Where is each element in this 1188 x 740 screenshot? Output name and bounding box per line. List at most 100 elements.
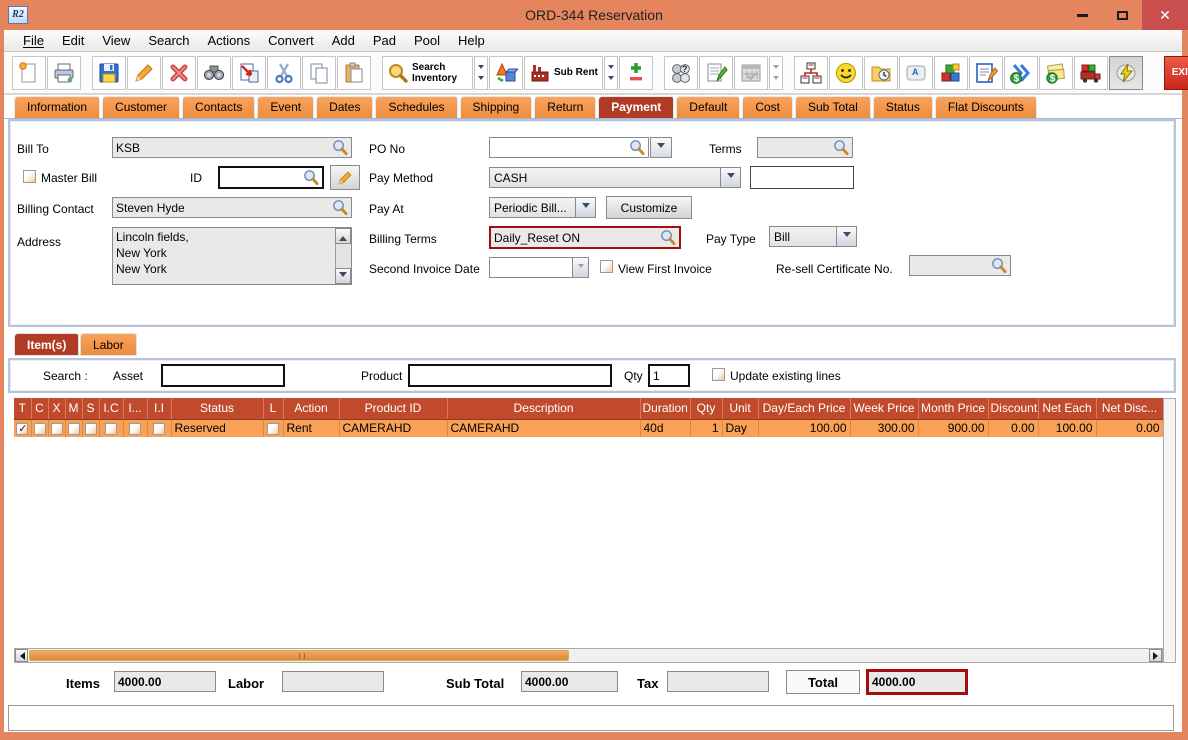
pay-method-extra-field[interactable] [750,166,854,189]
col-description[interactable]: Description [447,398,641,420]
chevron-down-icon[interactable] [836,227,856,246]
packages-button[interactable] [933,55,968,90]
minimize-button[interactable] [1062,0,1102,30]
id-field[interactable] [218,166,324,189]
history-folder-button[interactable] [863,55,898,90]
bill-to-field[interactable]: KSB [112,137,352,158]
shortcut-key-button[interactable]: A [898,55,933,90]
billing-forward-button[interactable]: $ [1003,55,1038,90]
col-action[interactable]: Action [283,398,340,420]
col-status[interactable]: Status [171,398,264,420]
search-icon[interactable] [659,229,676,246]
asset-input[interactable] [161,364,285,387]
menu-file[interactable]: File [14,33,53,48]
notes-button[interactable] [698,55,733,90]
terms-field[interactable] [757,137,853,158]
col-i-dots[interactable]: I... [123,398,148,420]
delete-button[interactable] [162,55,196,90]
tab-event[interactable]: Event [257,96,315,118]
table-horizontal-scrollbar[interactable] [14,648,1163,663]
billing-terms-field[interactable]: Daily_Reset ON [489,226,681,249]
product-input[interactable] [408,364,612,387]
row-m-checkbox[interactable] [67,423,80,436]
exit-button[interactable]: EXIT [1163,55,1188,90]
search-icon[interactable] [990,257,1007,274]
col-product-id[interactable]: Product ID [339,398,448,420]
menu-actions[interactable]: Actions [199,33,260,48]
tab-dates[interactable]: Dates [316,96,374,118]
edit-id-button[interactable] [330,165,360,190]
col-net-disc[interactable]: Net Disc... [1096,398,1164,420]
menu-convert[interactable]: Convert [259,33,323,48]
customer-smiley-button[interactable] [828,55,863,90]
tab-information[interactable]: Information [14,96,101,118]
menu-edit[interactable]: Edit [53,33,93,48]
menu-pool[interactable]: Pool [405,33,449,48]
col-l[interactable]: L [263,398,284,420]
col-net-each[interactable]: Net Each [1038,398,1097,420]
qty-input[interactable]: 1 [648,364,690,387]
scroll-right-button[interactable] [1149,649,1162,662]
address-textarea[interactable]: Lincoln fields, New York New York [112,227,352,285]
sub-rent-button[interactable]: Sub Rent [524,55,603,90]
tab-default[interactable]: Default [676,96,741,118]
col-week-price[interactable]: Week Price [850,398,919,420]
col-day-each-price[interactable]: Day/Each Price [758,398,851,420]
close-button[interactable]: ✕ [1142,0,1188,30]
table-vertical-scrollbar[interactable] [1163,398,1176,663]
new-document-button[interactable] [12,55,46,90]
row-l-checkbox[interactable] [267,423,279,436]
menu-view[interactable]: View [93,33,139,48]
chevron-down-icon[interactable] [720,168,740,187]
org-chart-button[interactable] [793,55,828,90]
maximize-button[interactable] [1102,0,1142,30]
add-remove-line-button[interactable] [618,55,653,90]
col-ii[interactable]: I.I [147,398,172,420]
row-c-checkbox[interactable] [33,423,46,436]
title-bar[interactable]: R2 ORD-344 Reservation ✕ [0,0,1188,30]
tab-customer[interactable]: Customer [102,96,181,118]
tab-sub-total[interactable]: Sub Total [795,96,871,118]
po-no-field[interactable] [489,137,649,158]
update-existing-lines-checkbox[interactable] [712,368,725,381]
search-icon[interactable] [331,199,348,216]
col-qty[interactable]: Qty [690,398,723,420]
menu-add[interactable]: Add [323,33,364,48]
search-icon[interactable] [302,169,319,186]
tab-flat-discounts[interactable]: Flat Discounts [934,96,1037,118]
search-icon[interactable] [628,139,645,156]
pay-at-select[interactable]: Periodic Bill... [489,197,596,218]
row-ic-checkbox[interactable] [105,423,117,436]
group-query-button[interactable]: ? [663,55,698,90]
tab-return[interactable]: Return [534,96,597,118]
save-button[interactable] [92,55,126,90]
master-bill-checkbox[interactable] [23,170,36,183]
row-x-checkbox[interactable] [50,423,63,436]
tab-contacts[interactable]: Contacts [182,96,256,118]
po-no-dropdown[interactable] [650,137,672,158]
col-month-price[interactable]: Month Price [918,398,989,420]
export-document-button[interactable] [232,55,266,90]
pay-type-select[interactable]: Bill [769,226,857,247]
second-invoice-date-field[interactable] [489,257,589,278]
shipment-button[interactable] [1073,55,1108,90]
customize-button[interactable]: Customize [606,196,692,219]
tab-payment[interactable]: Payment [598,96,675,118]
horizontal-scroll-thumb[interactable] [29,650,569,661]
col-t[interactable]: T [14,398,32,420]
scroll-down-button[interactable] [335,268,351,284]
search-icon[interactable] [331,139,348,156]
invoice-button[interactable]: $ [1038,55,1073,90]
tab-cost[interactable]: Cost [742,96,793,118]
edit-button[interactable] [127,55,161,90]
find-button[interactable] [197,55,231,90]
tab-shipping[interactable]: Shipping [459,96,533,118]
row-i-dots-checkbox[interactable] [129,423,141,436]
row-s-checkbox[interactable] [84,423,97,436]
search-inventory-dropdown[interactable] [474,55,488,90]
resell-certificate-field[interactable] [909,255,1011,276]
row-t-checkbox[interactable] [16,422,29,436]
billing-contact-field[interactable]: Steven Hyde [112,197,352,218]
menu-pad[interactable]: Pad [364,33,405,48]
chevron-down-icon[interactable] [572,258,588,277]
